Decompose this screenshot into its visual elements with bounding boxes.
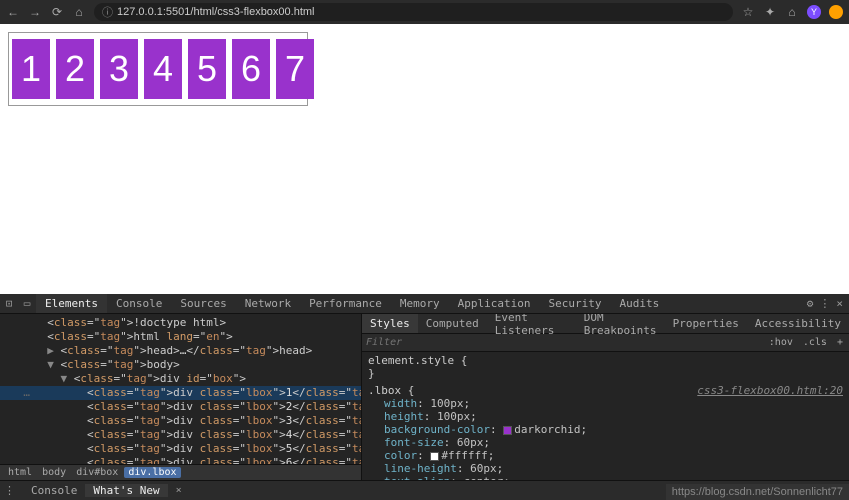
devtools-tab-memory[interactable]: Memory [391,294,449,313]
filter-action[interactable]: :hov [767,337,795,348]
breadcrumb[interactable]: htmlbodydiv#boxdiv.lbox [0,464,361,480]
browser-toolbar: ← → ⟳ ⌂ ⓘ 127.0.0.1:5501/html/css3-flexb… [0,0,849,24]
css-property[interactable]: font-size: 60px; [368,436,843,449]
devtools-tab-console[interactable]: Console [107,294,171,313]
devtools-tab-performance[interactable]: Performance [300,294,391,313]
dom-node[interactable]: <class="tag">html lang="en"> [0,330,361,344]
css-property[interactable]: background-color: darkorchid; [368,423,843,436]
breadcrumb-item[interactable]: body [38,467,70,478]
styles-tab-computed[interactable]: Computed [418,314,487,333]
url-text: 127.0.0.1:5501/html/css3-flexbox00.html [117,6,315,18]
drawer-tab-console[interactable]: Console [23,484,85,497]
flex-item: 2 [56,39,94,99]
reload-button[interactable]: ⟳ [50,5,64,19]
source-link[interactable]: css3-flexbox00.html:20 [697,384,843,397]
device-icon[interactable]: ▭ [18,297,36,310]
flex-item: 5 [188,39,226,99]
drawer-more-icon[interactable]: ⋮ [4,484,15,497]
flex-item: 4 [144,39,182,99]
devtools-tab-audits[interactable]: Audits [611,294,669,313]
filter-action[interactable]: .cls [801,337,829,348]
dom-node[interactable]: <class="tag">div class="lbox">6</class="… [0,456,361,464]
elements-panel: <class="tag">!doctype html> <class="tag"… [0,314,362,480]
breadcrumb-item[interactable]: div.lbox [124,467,180,478]
devtools-tab-application[interactable]: Application [449,294,540,313]
more-icon[interactable]: ⋮ [819,297,830,310]
profile-avatar[interactable] [829,5,843,19]
breadcrumb-item[interactable]: div#box [72,467,122,478]
dom-node[interactable]: <class="tag">div class="lbox">2</class="… [0,400,361,414]
lbox-selector: .lbox { [368,384,414,397]
element-style-selector: element.style { [368,354,843,367]
flex-item: 3 [100,39,138,99]
dom-node[interactable]: <class="tag">div class="lbox">5</class="… [0,442,361,456]
page-viewport: 1234567 [0,24,849,294]
watermark: https://blog.csdn.net/Sonnenlicht77 [666,484,849,500]
styles-tab-styles[interactable]: Styles [362,314,418,333]
close-devtools-icon[interactable]: × [836,297,843,310]
dom-node[interactable]: ▶ <class="tag">head>…</class="tag">head> [0,344,361,358]
devtools-panel: ⊡ ▭ ElementsConsoleSourcesNetworkPerform… [0,294,849,500]
devtools-toolbar: ⊡ ▭ ElementsConsoleSourcesNetworkPerform… [0,294,849,314]
back-button[interactable]: ← [6,5,20,19]
address-bar[interactable]: ⓘ 127.0.0.1:5501/html/css3-flexbox00.htm… [94,3,733,21]
forward-button[interactable]: → [28,5,42,19]
flex-container: 1234567 [8,32,308,106]
breadcrumb-item[interactable]: html [4,467,36,478]
dom-node[interactable]: ▼ <class="tag">body> [0,358,361,372]
dom-node[interactable]: ▼ <class="tag">div id="box"> [0,372,361,386]
dom-tree[interactable]: <class="tag">!doctype html> <class="tag"… [0,314,361,464]
settings-icon[interactable]: ⚙ [807,297,814,310]
styles-tab-event-listeners[interactable]: Event Listeners [487,314,576,333]
extension-icon[interactable]: ⌂ [785,5,799,19]
css-rules[interactable]: element.style { } .lbox { css3-flexbox00… [362,352,849,480]
flex-item: 1 [12,39,50,99]
drawer-tab-what-s-new[interactable]: What's New [85,484,167,497]
dom-node[interactable]: <class="tag">div class="lbox">3</class="… [0,414,361,428]
profile-ext-icon[interactable]: Y [807,5,821,19]
css-property[interactable]: height: 100px; [368,410,843,423]
flex-item: 7 [276,39,314,99]
flex-item: 6 [232,39,270,99]
devtools-tab-elements[interactable]: Elements [36,294,107,313]
dom-node[interactable]: … <class="tag">div class="lbox">1</class… [0,386,361,400]
styles-filter-row: :hov .cls + [362,334,849,352]
css-property[interactable]: width: 100px; [368,397,843,410]
dom-node[interactable]: <class="tag">!doctype html> [0,316,361,330]
styles-panel: StylesComputedEvent ListenersDOM Breakpo… [362,314,849,480]
bookmark-icon[interactable]: ✦ [763,5,777,19]
styles-tab-accessibility[interactable]: Accessibility [747,314,849,333]
styles-filter-input[interactable] [366,337,767,348]
inspect-icon[interactable]: ⊡ [0,297,18,310]
devtools-tab-sources[interactable]: Sources [171,294,235,313]
drawer-tab-close-icon[interactable]: × [176,485,182,496]
styles-tab-dom-breakpoints[interactable]: DOM Breakpoints [576,314,665,333]
home-button[interactable]: ⌂ [72,5,86,19]
filter-action[interactable]: + [835,337,845,348]
styles-tab-properties[interactable]: Properties [665,314,747,333]
css-property[interactable]: line-height: 60px; [368,462,843,475]
devtools-tab-security[interactable]: Security [540,294,611,313]
dom-node[interactable]: <class="tag">div class="lbox">4</class="… [0,428,361,442]
css-property[interactable]: color: #ffffff; [368,449,843,462]
devtools-tab-network[interactable]: Network [236,294,300,313]
translate-icon[interactable]: ☆ [741,5,755,19]
